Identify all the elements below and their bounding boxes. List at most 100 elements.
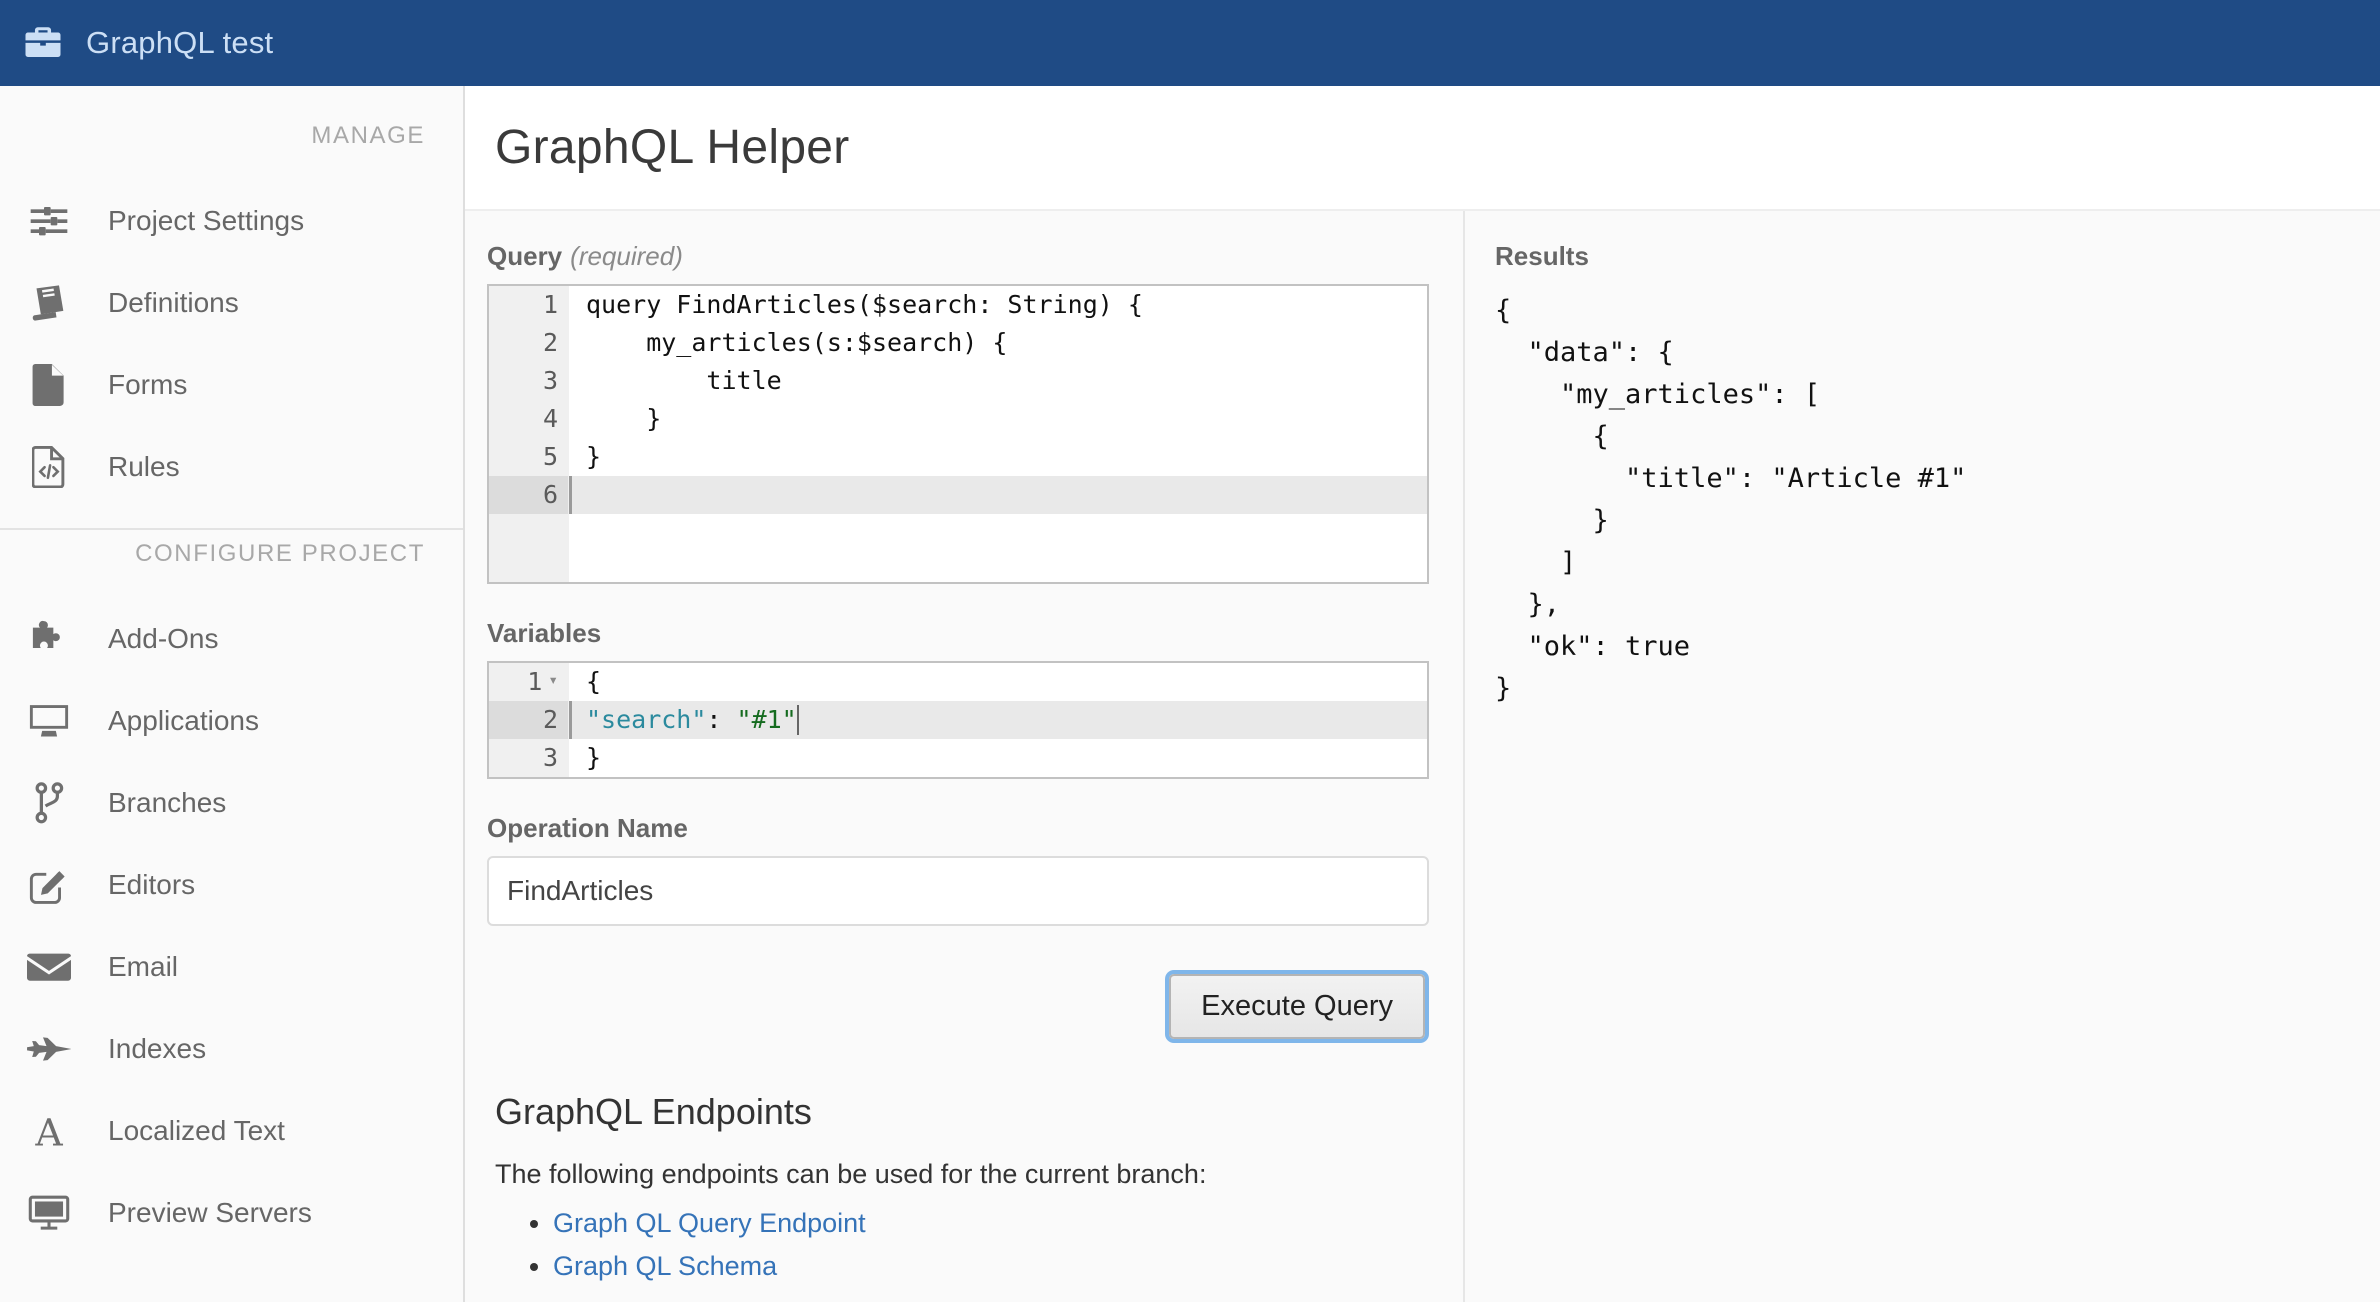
code-filler bbox=[569, 514, 1427, 582]
line-number: 6 bbox=[489, 476, 569, 514]
line-code: { bbox=[586, 667, 602, 696]
query-label: Query (required) bbox=[487, 241, 1429, 272]
operation-name-input[interactable] bbox=[487, 856, 1429, 926]
sidebar-item-label: Definitions bbox=[108, 287, 239, 318]
line-number: 3 bbox=[489, 362, 569, 400]
main-content: GraphQL Helper Query (required) 1 query F… bbox=[465, 86, 2380, 1302]
sidebar-item-label: Applications bbox=[108, 705, 259, 736]
envelope-icon bbox=[22, 944, 76, 990]
sidebar: MANAGE Project Settings Definitions Form… bbox=[0, 86, 465, 1302]
line-code: title bbox=[586, 366, 782, 395]
sidebar-divider bbox=[0, 528, 463, 530]
endpoints-list: Graph QL Query Endpoint Graph QL Schema bbox=[495, 1208, 1429, 1282]
monitor-icon bbox=[22, 698, 76, 744]
sidebar-item-preview-servers[interactable]: Preview Servers bbox=[0, 1172, 463, 1254]
operation-name-label: Operation Name bbox=[487, 813, 688, 843]
graphql-endpoints-section: GraphQL Endpoints The following endpoint… bbox=[487, 1091, 1429, 1282]
line-code: } bbox=[586, 743, 602, 772]
graph-ql-query-endpoint-link[interactable]: Graph QL Query Endpoint bbox=[553, 1208, 866, 1238]
sidebar-item-forms[interactable]: Forms bbox=[0, 344, 463, 426]
sidebar-item-branches[interactable]: Branches bbox=[0, 762, 463, 844]
letter-a-icon: A bbox=[22, 1108, 76, 1154]
execute-row: Execute Query bbox=[487, 974, 1429, 1039]
page-title-row: GraphQL Helper bbox=[465, 86, 2380, 211]
sidebar-item-project-settings[interactable]: Project Settings bbox=[0, 180, 463, 262]
sidebar-item-rules[interactable]: Rules bbox=[0, 426, 463, 508]
sidebar-item-label: Preview Servers bbox=[108, 1197, 312, 1228]
sidebar-item-definitions[interactable]: Definitions bbox=[0, 262, 463, 344]
sliders-icon bbox=[22, 198, 76, 244]
results-label: Results bbox=[1495, 241, 1589, 271]
line-number: 1 bbox=[489, 286, 569, 324]
sidebar-item-label: Editors bbox=[108, 869, 196, 900]
sidebar-item-label: Add-Ons bbox=[108, 623, 219, 654]
sidebar-item-email[interactable]: Email bbox=[0, 926, 463, 1008]
sidebar-item-add-ons[interactable]: Add-Ons bbox=[0, 598, 463, 680]
code-line[interactable]: 3 } bbox=[489, 739, 1427, 777]
graph-ql-schema-link[interactable]: Graph QL Schema bbox=[553, 1251, 777, 1281]
app-header: GraphQL test bbox=[0, 0, 2380, 86]
jet-icon bbox=[22, 1026, 76, 1072]
sidebar-heading-configure-project: CONFIGURE PROJECT bbox=[135, 540, 425, 567]
briefcase-icon bbox=[22, 22, 64, 64]
sidebar-item-applications[interactable]: Applications bbox=[0, 680, 463, 762]
editor-empty-area[interactable] bbox=[489, 514, 1427, 582]
line-code: } bbox=[586, 442, 602, 471]
json-value: "#1" bbox=[736, 705, 797, 734]
sidebar-item-label: Email bbox=[108, 951, 179, 982]
line-number: 5 bbox=[489, 438, 569, 476]
line-number: 2 bbox=[489, 701, 569, 739]
list-item: Graph QL Schema bbox=[553, 1251, 1429, 1282]
line-number: 4 bbox=[489, 400, 569, 438]
line-code: "search": "#1" bbox=[569, 701, 1427, 739]
code-line-active[interactable]: 2 "search": "#1" bbox=[489, 701, 1427, 739]
line-number: 1 ▾ bbox=[489, 663, 569, 701]
results-json-output: { "data": { "my_articles": [ { "title": … bbox=[1495, 295, 1967, 704]
query-label-text: Query bbox=[487, 241, 563, 271]
line-number: 3 bbox=[489, 739, 569, 777]
line-code bbox=[569, 476, 1427, 514]
results-panel: Results { "data": { "my_articles": [ { "… bbox=[1465, 211, 2380, 1302]
app-title: GraphQL test bbox=[86, 25, 274, 60]
display-icon bbox=[22, 1190, 76, 1236]
code-line[interactable]: 1 ▾ { bbox=[489, 663, 1427, 701]
sidebar-heading-manage: MANAGE bbox=[311, 122, 425, 149]
line-code: } bbox=[586, 404, 662, 433]
svg-text:A: A bbox=[34, 1111, 63, 1151]
sidebar-item-editors[interactable]: Editors bbox=[0, 844, 463, 926]
book-icon bbox=[22, 280, 76, 326]
line-code: my_articles(s:$search) { bbox=[586, 328, 1008, 357]
execute-query-button[interactable]: Execute Query bbox=[1169, 974, 1425, 1039]
code-line[interactable]: 4 } bbox=[489, 400, 1427, 438]
fold-arrow-icon[interactable]: ▾ bbox=[548, 663, 558, 699]
document-icon bbox=[22, 362, 76, 408]
sidebar-item-label: Rules bbox=[108, 451, 180, 482]
sidebar-item-label: Project Settings bbox=[108, 205, 305, 236]
puzzle-icon bbox=[22, 616, 76, 662]
sidebar-item-label: Branches bbox=[108, 787, 227, 818]
code-line[interactable]: 1 query FindArticles($search: String) { bbox=[489, 286, 1427, 324]
sidebar-item-indexes[interactable]: Indexes bbox=[0, 1008, 463, 1090]
gutter-filler bbox=[489, 514, 569, 582]
pencil-square-icon bbox=[22, 862, 76, 908]
variables-label: Variables bbox=[487, 618, 602, 648]
sidebar-item-label: Forms bbox=[108, 369, 188, 400]
sidebar-item-label: Localized Text bbox=[108, 1115, 285, 1146]
code-line[interactable]: 2 my_articles(s:$search) { bbox=[489, 324, 1427, 362]
text-caret bbox=[796, 705, 799, 735]
page-title: GraphQL Helper bbox=[495, 121, 850, 174]
query-required-note: (required) bbox=[570, 241, 683, 271]
json-key: "search" bbox=[586, 705, 707, 734]
query-code-editor[interactable]: 1 query FindArticles($search: String) { … bbox=[487, 284, 1429, 584]
code-file-icon bbox=[22, 444, 76, 490]
line-number: 2 bbox=[489, 324, 569, 362]
code-line[interactable]: 3 title bbox=[489, 362, 1427, 400]
sidebar-item-label: Indexes bbox=[108, 1033, 207, 1064]
list-item: Graph QL Query Endpoint bbox=[553, 1208, 1429, 1239]
sidebar-item-localized-text[interactable]: A Localized Text bbox=[0, 1090, 463, 1172]
endpoints-description: The following endpoints can be used for … bbox=[495, 1159, 1207, 1189]
code-line[interactable]: 5 } bbox=[489, 438, 1427, 476]
code-line-active[interactable]: 6 bbox=[489, 476, 1427, 514]
branch-icon bbox=[22, 780, 76, 826]
variables-code-editor[interactable]: 1 ▾ { 2 "search": "#1" 3 } bbox=[487, 661, 1429, 779]
